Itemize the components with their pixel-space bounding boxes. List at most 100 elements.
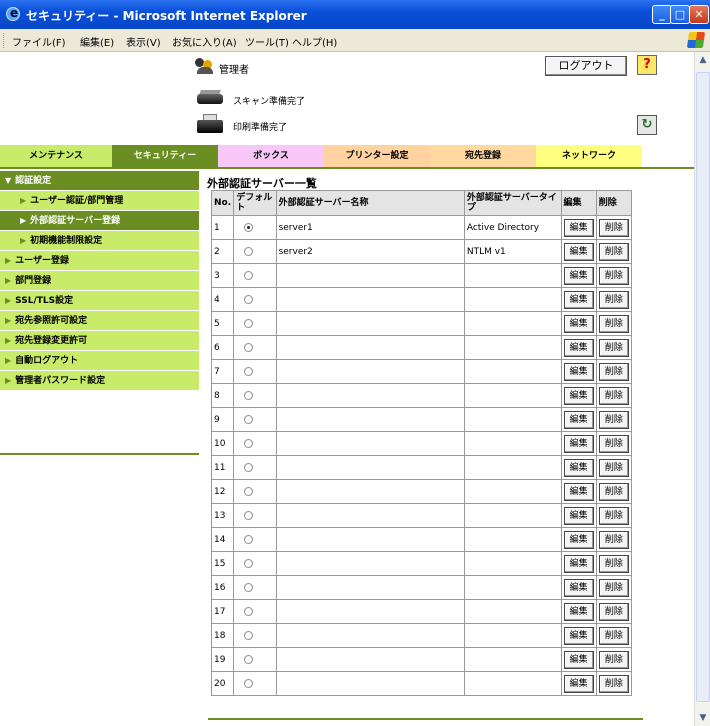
scroll-down-icon[interactable]: ▼ <box>695 710 710 726</box>
delete-button[interactable]: 削除 <box>598 290 629 309</box>
sidebar-item-admin-password[interactable]: ▶ 管理者パスワード設定 <box>0 371 199 391</box>
delete-button[interactable]: 削除 <box>598 338 629 357</box>
delete-button[interactable]: 削除 <box>598 650 629 669</box>
menu-favorites[interactable]: お気に入り(A) <box>172 34 237 49</box>
tab-security[interactable]: セキュリティー <box>112 145 218 167</box>
tab-maintenance[interactable]: メンテナンス <box>0 145 112 167</box>
delete-button[interactable]: 削除 <box>598 482 629 501</box>
delete-button[interactable]: 削除 <box>598 602 629 621</box>
default-radio[interactable] <box>244 510 254 520</box>
column-header-type: 外部認証サーバータイプ <box>463 190 562 216</box>
default-radio[interactable] <box>244 558 254 568</box>
edit-button[interactable]: 編集 <box>563 602 594 621</box>
default-radio[interactable] <box>244 270 254 280</box>
server-name-cell <box>275 431 465 456</box>
sidebar-item-external-auth-server[interactable]: ▶ 外部認証サーバー登録 <box>0 211 199 231</box>
logout-button[interactable]: ログアウト <box>545 56 627 76</box>
default-radio[interactable] <box>244 486 254 496</box>
delete-button[interactable]: 削除 <box>598 506 629 525</box>
edit-button[interactable]: 編集 <box>563 482 594 501</box>
default-radio[interactable] <box>244 606 254 616</box>
edit-button[interactable]: 編集 <box>563 554 594 573</box>
sidebar-item-user-auth[interactable]: ▶ ユーザー認証/部門管理 <box>0 191 199 211</box>
tab-box[interactable]: ボックス <box>218 145 324 167</box>
default-radio[interactable] <box>244 534 254 544</box>
default-radio[interactable] <box>244 654 254 664</box>
default-radio[interactable] <box>244 294 254 304</box>
edit-button[interactable]: 編集 <box>563 530 594 549</box>
edit-button[interactable]: 編集 <box>563 458 594 477</box>
edit-button[interactable]: 編集 <box>563 362 594 381</box>
delete-button[interactable]: 削除 <box>598 242 629 261</box>
edit-button[interactable]: 編集 <box>563 386 594 405</box>
default-cell <box>233 335 277 360</box>
edit-button[interactable]: 編集 <box>563 290 594 309</box>
sidebar-item-department-registration[interactable]: ▶ 部門登録 <box>0 271 199 291</box>
edit-button[interactable]: 編集 <box>563 410 594 429</box>
delete-button[interactable]: 削除 <box>598 674 629 693</box>
print-status: 印刷準備完了 <box>233 123 288 133</box>
default-radio[interactable] <box>244 222 254 232</box>
default-radio[interactable] <box>244 390 254 400</box>
tab-address-registration[interactable]: 宛先登録 <box>430 145 536 167</box>
scroll-thumb[interactable] <box>696 72 710 702</box>
edit-button[interactable]: 編集 <box>563 650 594 669</box>
default-radio[interactable] <box>244 342 254 352</box>
delete-button[interactable]: 削除 <box>598 458 629 477</box>
default-radio[interactable] <box>244 438 254 448</box>
delete-button[interactable]: 削除 <box>598 434 629 453</box>
menu-edit[interactable]: 編集(E) <box>80 34 114 49</box>
edit-button[interactable]: 編集 <box>563 338 594 357</box>
edit-button[interactable]: 編集 <box>563 626 594 645</box>
sidebar-item-ssl-tls[interactable]: ▶ SSL/TLS設定 <box>0 291 199 311</box>
menu-view[interactable]: 表示(V) <box>126 34 161 49</box>
default-radio[interactable] <box>244 366 254 376</box>
sidebar-item-address-reference[interactable]: ▶ 宛先参照許可設定 <box>0 311 199 331</box>
delete-cell: 削除 <box>595 215 633 240</box>
edit-button[interactable]: 編集 <box>563 314 594 333</box>
default-radio[interactable] <box>244 414 254 424</box>
server-name-cell <box>275 575 465 600</box>
delete-button[interactable]: 削除 <box>598 530 629 549</box>
edit-button[interactable]: 編集 <box>563 674 594 693</box>
delete-cell: 削除 <box>595 431 633 456</box>
edit-button[interactable]: 編集 <box>563 266 594 285</box>
refresh-button[interactable]: ↻ <box>637 115 657 135</box>
default-radio[interactable] <box>244 582 254 592</box>
menu-tools[interactable]: ツール(T) <box>245 34 289 49</box>
default-radio[interactable] <box>244 318 254 328</box>
delete-button[interactable]: 削除 <box>598 314 629 333</box>
sidebar-item-user-registration[interactable]: ▶ ユーザー登録 <box>0 251 199 271</box>
vertical-scrollbar[interactable]: ▲ ▼ <box>694 52 710 726</box>
menu-help[interactable]: ヘルプ(H) <box>292 34 337 49</box>
tab-network[interactable]: ネットワーク <box>536 145 642 167</box>
delete-button[interactable]: 削除 <box>598 578 629 597</box>
help-button[interactable]: ? <box>637 55 657 75</box>
close-button[interactable]: ✕ <box>689 5 709 24</box>
maximize-button[interactable]: □ <box>670 5 690 24</box>
minimize-button[interactable]: _ <box>652 5 672 24</box>
delete-button[interactable]: 削除 <box>598 626 629 645</box>
scroll-up-icon[interactable]: ▲ <box>695 52 710 68</box>
edit-button[interactable]: 編集 <box>563 434 594 453</box>
edit-button[interactable]: 編集 <box>563 242 594 261</box>
menu-file[interactable]: ファイル(F) <box>12 34 66 49</box>
sidebar-item-auth-settings[interactable]: ▼ 認証設定 <box>0 171 199 191</box>
default-radio[interactable] <box>244 678 254 688</box>
delete-button[interactable]: 削除 <box>598 362 629 381</box>
delete-button[interactable]: 削除 <box>598 554 629 573</box>
delete-button[interactable]: 削除 <box>598 410 629 429</box>
default-radio[interactable] <box>244 462 254 472</box>
default-radio[interactable] <box>244 630 254 640</box>
delete-button[interactable]: 削除 <box>598 218 629 237</box>
edit-button[interactable]: 編集 <box>563 506 594 525</box>
tab-printer-settings[interactable]: プリンター設定 <box>324 145 430 167</box>
edit-button[interactable]: 編集 <box>563 218 594 237</box>
delete-button[interactable]: 削除 <box>598 386 629 405</box>
default-radio[interactable] <box>244 246 254 256</box>
sidebar-item-auto-logout[interactable]: ▶ 自動ログアウト <box>0 351 199 371</box>
sidebar-item-initial-function-restriction[interactable]: ▶ 初期機能制限設定 <box>0 231 199 251</box>
delete-button[interactable]: 削除 <box>598 266 629 285</box>
edit-button[interactable]: 編集 <box>563 578 594 597</box>
sidebar-item-address-change[interactable]: ▶ 宛先登録変更許可 <box>0 331 199 351</box>
